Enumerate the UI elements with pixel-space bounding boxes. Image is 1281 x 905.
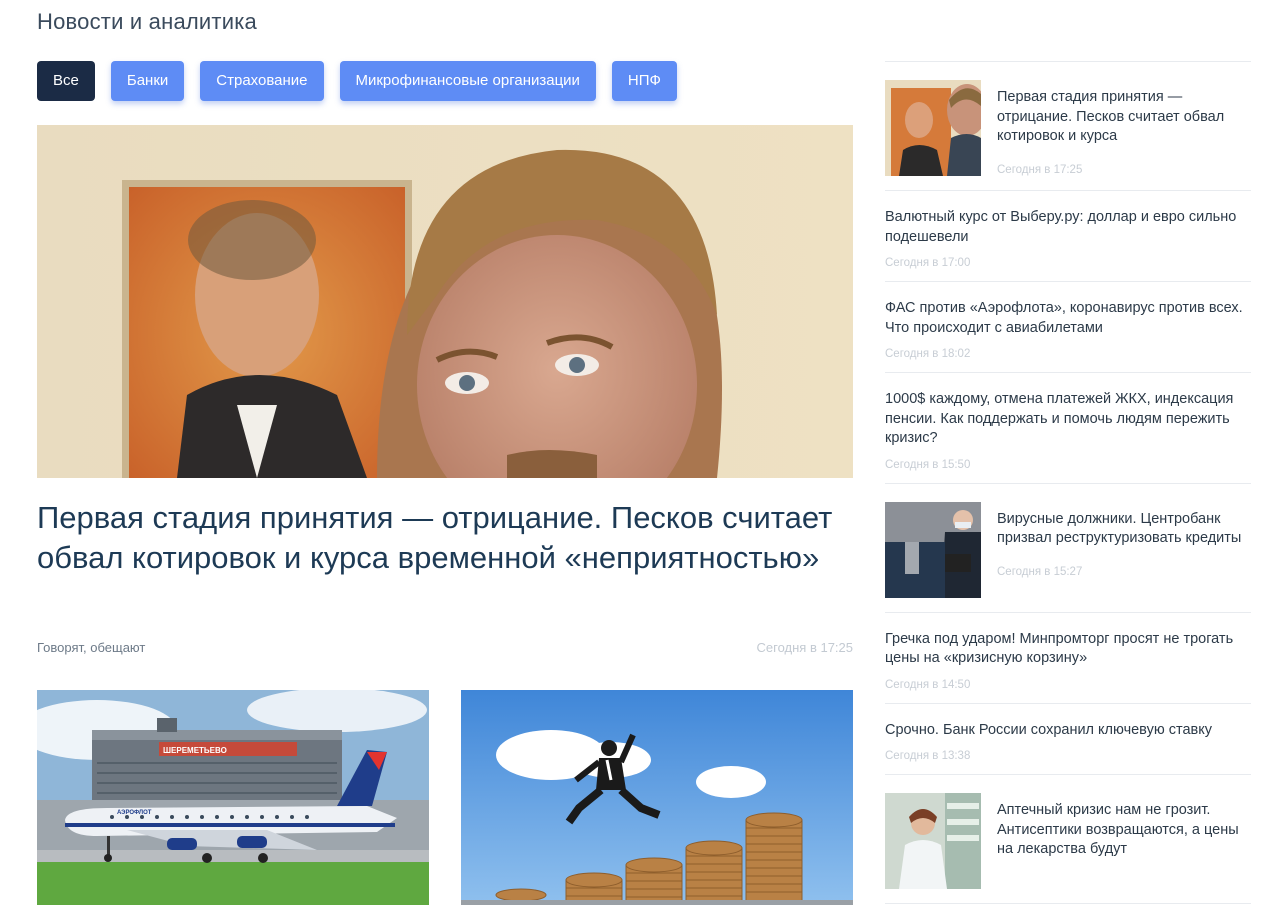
news-sidebar: Первая стадия принятия — отрицание. Песк…	[885, 61, 1251, 904]
airport-sign: ШЕРЕМЕТЬЕВО	[163, 746, 227, 755]
page-title: Новости и аналитика	[37, 9, 257, 34]
news-title[interactable]: ФАС против «Аэрофлота», коронавирус прот…	[885, 299, 1251, 338]
news-title[interactable]: Срочно. Банк России сохранил ключевую ст…	[885, 721, 1251, 741]
news-timestamp: Сегодня в 17:00	[885, 257, 971, 269]
news-timestamp: Сегодня в 18:02	[885, 348, 971, 360]
news-thumbnail[interactable]	[885, 793, 981, 889]
sidebar-news-item[interactable]: Вирусные должники. Центробанк призвал ре…	[885, 484, 1251, 613]
sidebar-news-item[interactable]: Валютный курс от Выберу.ру: доллар и евр…	[885, 191, 1251, 282]
news-title[interactable]: Вирусные должники. Центробанк призвал ре…	[997, 510, 1251, 549]
news-thumbnail[interactable]	[885, 80, 981, 176]
news-title[interactable]: Первая стадия принятия — отрицание. Песк…	[997, 88, 1251, 147]
aircraft-brand: АЭРОФЛОТ	[117, 810, 152, 816]
sidebar-news-item[interactable]: Первая стадия принятия — отрицание. Песк…	[885, 62, 1251, 191]
news-timestamp: Сегодня в 17:25	[997, 163, 1083, 176]
article-card-image-airport[interactable]: ШЕРЕМЕТЬЕВО АЭРОФЛОТ	[37, 690, 429, 905]
filter-all[interactable]: Все	[37, 61, 95, 101]
news-timestamp: Сегодня в 15:27	[997, 565, 1083, 578]
news-title[interactable]: Гречка под ударом! Минпромторг просят не…	[885, 630, 1251, 669]
news-timestamp: Сегодня в 13:38	[885, 750, 971, 762]
hero-tag[interactable]: Говорят, обещают	[37, 640, 145, 655]
sidebar-news-item[interactable]: Аптечный кризис нам не грозит. Антисепти…	[885, 775, 1251, 904]
hero-image[interactable]	[37, 125, 853, 478]
filter-npf[interactable]: НПФ	[611, 61, 677, 101]
sidebar-news-item[interactable]: Срочно. Банк России сохранил ключевую ст…	[885, 704, 1251, 775]
article-card-image-coins[interactable]	[461, 690, 853, 905]
sidebar-news-item[interactable]: Гречка под ударом! Минпромторг просят не…	[885, 613, 1251, 704]
filter-banks[interactable]: Банки	[110, 61, 185, 101]
hero-headline[interactable]: Первая стадия принятия — отрицание. Песк…	[37, 498, 837, 578]
news-timestamp: Сегодня в 15:50	[885, 458, 971, 471]
sidebar-news-item[interactable]: 1000$ каждому, отмена платежей ЖКХ, инде…	[885, 373, 1251, 484]
news-thumbnail[interactable]	[885, 501, 981, 598]
filter-microfinance[interactable]: Микрофинансовые организации	[339, 61, 596, 101]
news-title[interactable]: Валютный курс от Выберу.ру: доллар и евр…	[885, 208, 1251, 247]
news-title[interactable]: Аптечный кризис нам не грозит. Антисепти…	[997, 801, 1251, 860]
news-timestamp: Сегодня в 14:50	[885, 678, 971, 691]
sidebar-news-item[interactable]: ФАС против «Аэрофлота», коронавирус прот…	[885, 282, 1251, 373]
hero-timestamp: Сегодня в 17:25	[756, 640, 853, 655]
news-title[interactable]: 1000$ каждому, отмена платежей ЖКХ, инде…	[885, 390, 1251, 449]
filter-insurance[interactable]: Страхование	[200, 61, 324, 101]
category-filters: Все Банки Страхование Микрофинансовые ор…	[37, 61, 677, 101]
